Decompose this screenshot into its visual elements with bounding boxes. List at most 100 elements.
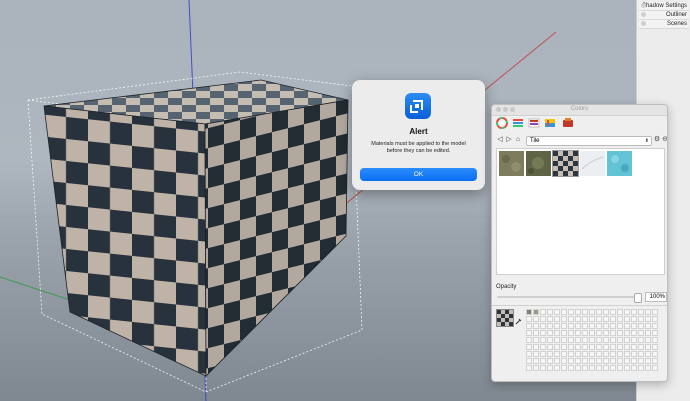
color-well[interactable] xyxy=(575,358,581,364)
color-well[interactable] xyxy=(540,309,546,315)
color-well[interactable] xyxy=(596,344,602,350)
color-well[interactable] xyxy=(547,351,553,357)
color-well[interactable] xyxy=(589,344,595,350)
color-well[interactable] xyxy=(582,344,588,350)
color-well[interactable] xyxy=(624,330,630,336)
color-well[interactable] xyxy=(645,337,651,343)
color-well[interactable] xyxy=(645,365,651,371)
cube-front-face[interactable] xyxy=(43,105,207,377)
eyedropper-icon[interactable] xyxy=(515,312,522,325)
home-icon[interactable]: ⌂ xyxy=(514,136,522,144)
back-arrow-icon[interactable]: ◁ xyxy=(496,136,504,144)
color-well[interactable] xyxy=(582,351,588,357)
color-well[interactable] xyxy=(631,344,637,350)
ok-button[interactable]: OK xyxy=(360,168,477,181)
color-well[interactable] xyxy=(568,323,574,329)
color-well[interactable] xyxy=(561,323,567,329)
create-material-icon[interactable]: ⊖ xyxy=(661,136,667,144)
color-well[interactable] xyxy=(610,351,616,357)
color-well[interactable] xyxy=(617,358,623,364)
color-well[interactable] xyxy=(645,330,651,336)
color-well[interactable] xyxy=(603,337,609,343)
color-well[interactable] xyxy=(540,330,546,336)
color-well[interactable] xyxy=(603,309,609,315)
color-well[interactable] xyxy=(547,358,553,364)
color-well[interactable] xyxy=(610,337,616,343)
color-well[interactable] xyxy=(652,330,658,336)
color-well[interactable] xyxy=(638,323,644,329)
color-well[interactable] xyxy=(645,351,651,357)
collection-select[interactable]: Tile ⬍ xyxy=(526,136,652,146)
color-well[interactable] xyxy=(561,316,567,322)
color-well[interactable] xyxy=(610,330,616,336)
opacity-slider-knob[interactable] xyxy=(634,293,642,303)
color-well[interactable] xyxy=(638,309,644,315)
color-well[interactable] xyxy=(526,365,532,371)
color-well[interactable] xyxy=(624,351,630,357)
color-well[interactable] xyxy=(575,309,581,315)
image-palettes-icon[interactable] xyxy=(544,116,556,128)
forward-arrow-icon[interactable]: ▷ xyxy=(505,136,513,144)
color-well[interactable] xyxy=(568,330,574,336)
color-well[interactable] xyxy=(540,337,546,343)
color-well[interactable] xyxy=(582,330,588,336)
color-well[interactable] xyxy=(624,344,630,350)
color-well[interactable] xyxy=(589,358,595,364)
color-well[interactable] xyxy=(624,365,630,371)
color-well[interactable] xyxy=(533,316,539,322)
color-well[interactable] xyxy=(645,316,651,322)
color-well[interactable] xyxy=(568,365,574,371)
color-well[interactable] xyxy=(540,316,546,322)
color-well[interactable] xyxy=(554,309,560,315)
color-well[interactable] xyxy=(617,330,623,336)
color-well[interactable] xyxy=(603,344,609,350)
color-well[interactable] xyxy=(624,323,630,329)
color-well[interactable] xyxy=(575,330,581,336)
color-well[interactable] xyxy=(596,365,602,371)
color-well[interactable] xyxy=(568,316,574,322)
color-well[interactable] xyxy=(617,351,623,357)
color-well[interactable] xyxy=(645,344,651,350)
color-well[interactable] xyxy=(638,358,644,364)
panel-collapse-icon[interactable] xyxy=(641,12,646,17)
color-well[interactable] xyxy=(526,358,532,364)
color-well[interactable] xyxy=(638,330,644,336)
color-well[interactable] xyxy=(568,344,574,350)
panel-collapse-icon[interactable] xyxy=(641,21,646,26)
color-well[interactable] xyxy=(533,365,539,371)
swatch-checker[interactable] xyxy=(552,150,579,177)
color-well[interactable] xyxy=(624,337,630,343)
swatch-white-marble[interactable] xyxy=(580,151,605,176)
color-well[interactable] xyxy=(652,344,658,350)
crayons-icon[interactable] xyxy=(562,116,574,128)
color-well[interactable] xyxy=(575,351,581,357)
color-well[interactable] xyxy=(568,337,574,343)
color-wheel-icon[interactable] xyxy=(496,116,508,129)
details-gear-icon[interactable]: ⚙ xyxy=(653,136,661,144)
color-well[interactable] xyxy=(533,330,539,336)
color-well[interactable] xyxy=(547,344,553,350)
color-well[interactable] xyxy=(596,330,602,336)
color-well[interactable] xyxy=(540,323,546,329)
color-well[interactable] xyxy=(631,323,637,329)
color-well[interactable] xyxy=(638,351,644,357)
color-palettes-icon[interactable] xyxy=(528,116,540,128)
color-well[interactable] xyxy=(554,330,560,336)
color-well[interactable] xyxy=(575,316,581,322)
color-well[interactable] xyxy=(561,351,567,357)
color-well[interactable] xyxy=(603,330,609,336)
current-material-preview[interactable] xyxy=(496,309,514,327)
colors-titlebar[interactable]: Colors xyxy=(492,105,667,116)
color-well[interactable] xyxy=(652,316,658,322)
color-well[interactable] xyxy=(596,309,602,315)
swatch-blue-mosaic[interactable] xyxy=(607,151,632,176)
color-well[interactable] xyxy=(526,330,532,336)
color-well[interactable] xyxy=(624,358,630,364)
color-well[interactable] xyxy=(596,337,602,343)
opacity-value-field[interactable]: 100% xyxy=(645,292,667,302)
color-well[interactable] xyxy=(526,309,532,315)
color-well[interactable] xyxy=(554,337,560,343)
color-well[interactable] xyxy=(589,351,595,357)
color-well[interactable] xyxy=(554,344,560,350)
tray-panel-outliner[interactable]: Outliner xyxy=(639,11,689,20)
